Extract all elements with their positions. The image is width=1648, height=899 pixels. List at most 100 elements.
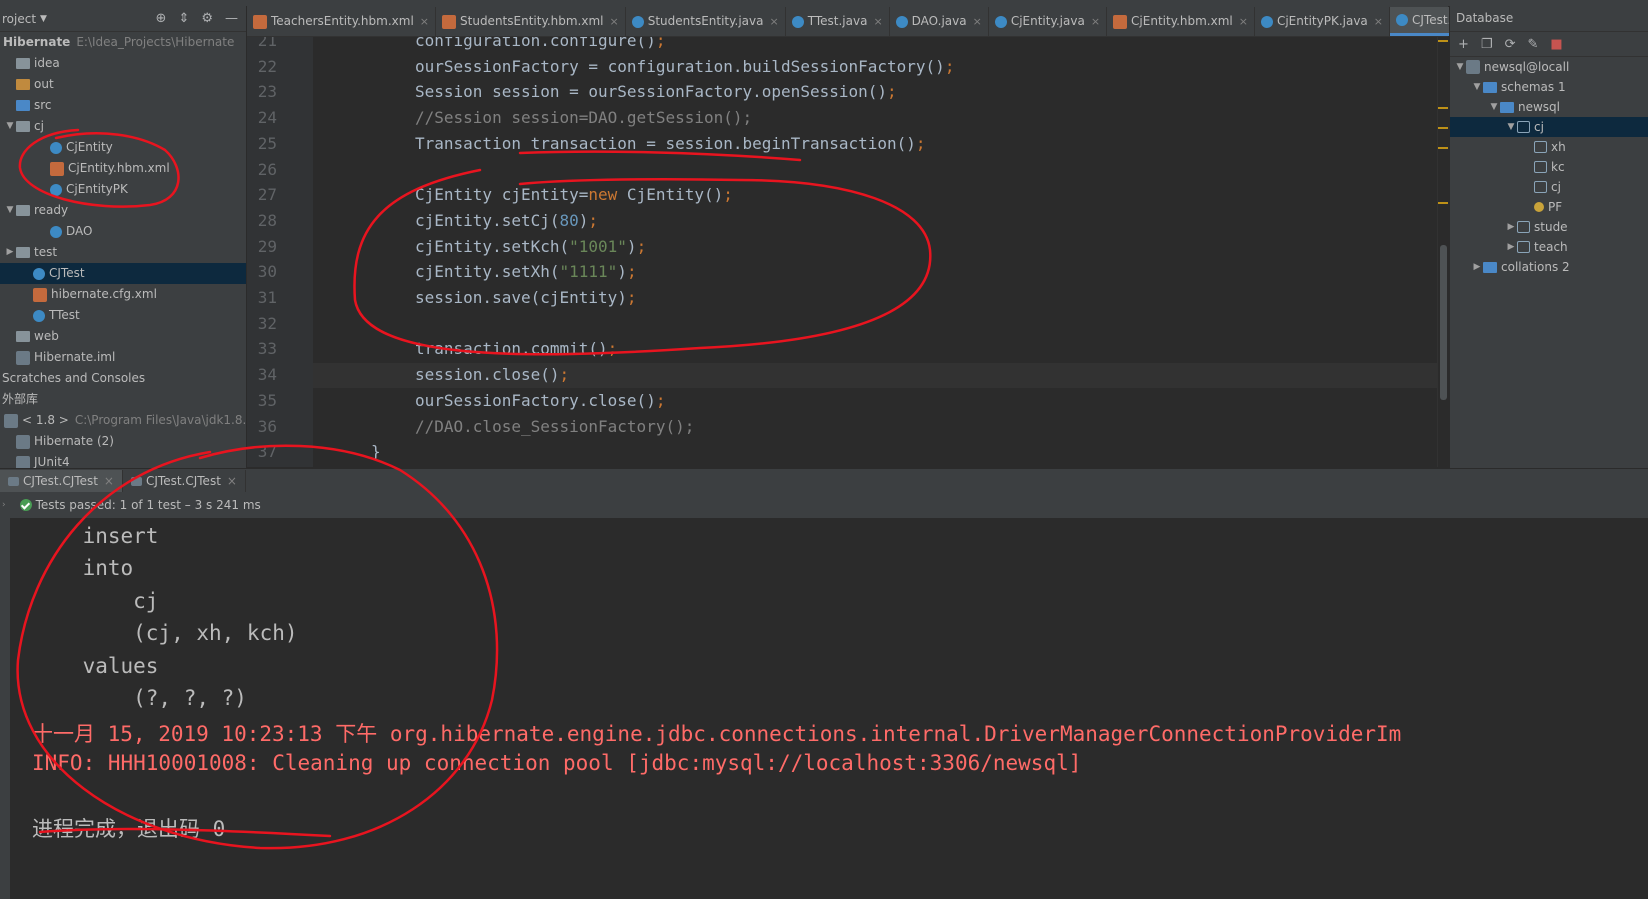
chevron-down-icon[interactable]: ▼ <box>1505 117 1517 137</box>
line-number: 22 <box>257 56 277 76</box>
editor-tab[interactable]: StudentsEntity.hbm.xml × <box>436 7 626 36</box>
refresh-icon[interactable]: ⟳ <box>1505 37 1516 52</box>
run-tab[interactable]: CJTest.CJTest × <box>0 470 123 493</box>
database-tree-item[interactable]: xh <box>1450 137 1648 157</box>
database-tree-item[interactable]: ▼ newsql <box>1450 97 1648 117</box>
tree-item-label: TTest <box>49 308 80 322</box>
chevron-right-icon[interactable]: › <box>2 500 6 510</box>
database-tree-item[interactable]: cj <box>1450 177 1648 197</box>
collapse-icon[interactable]: ⇕ <box>178 11 189 26</box>
tree-item[interactable]: out <box>0 74 246 95</box>
close-icon[interactable]: × <box>227 470 237 493</box>
database-tree-item[interactable]: kc <box>1450 157 1648 177</box>
tree-item[interactable]: CjEntity.hbm.xml <box>0 158 246 179</box>
editor-tab[interactable]: TeachersEntity.hbm.xml × <box>247 7 437 36</box>
tree-item[interactable]: CJTest <box>0 263 246 284</box>
chevron-down-icon[interactable]: ▼ <box>4 200 16 221</box>
close-icon[interactable]: × <box>973 7 982 36</box>
tree-item[interactable]: src <box>0 95 246 116</box>
editor-tab[interactable]: CjEntityPK.java × <box>1255 7 1390 36</box>
database-tree-item[interactable]: ▶ stude <box>1450 217 1648 237</box>
close-icon[interactable]: × <box>1239 7 1248 36</box>
close-icon[interactable]: × <box>104 470 114 493</box>
scrollbar-thumb[interactable] <box>1440 245 1447 400</box>
line-number: 34 <box>257 365 277 385</box>
tree-item[interactable]: < 1.8 > C:\Program Files\Java\jdk1.8.0_ <box>0 410 260 431</box>
editor-tab[interactable]: DAO.java × <box>890 7 989 36</box>
tree-item[interactable]: Hibernate.iml <box>0 347 246 368</box>
project-root[interactable]: Hibernate E:\Idea_Projects\Hibernate <box>0 32 246 53</box>
folder-icon <box>16 331 30 342</box>
edit-icon[interactable]: ✎ <box>1527 37 1538 52</box>
chevron-down-icon[interactable]: ▼ <box>1488 97 1500 117</box>
tree-item[interactable]: CjEntityPK <box>0 179 246 200</box>
close-icon[interactable]: × <box>1374 7 1383 36</box>
editor-tab[interactable]: StudentsEntity.java × <box>626 7 786 36</box>
warning-marker[interactable] <box>1438 40 1448 42</box>
schema-icon <box>1500 101 1514 113</box>
warning-marker[interactable] <box>1438 147 1448 149</box>
tree-item[interactable]: CjEntity <box>0 137 246 158</box>
database-tree-item[interactable]: ▶ teach <box>1450 237 1648 257</box>
tree-item[interactable]: ▼ ready <box>0 200 246 221</box>
chevron-down-icon[interactable]: ▼ <box>1454 57 1466 77</box>
line-number: 37 <box>257 442 277 462</box>
line-number: 36 <box>257 416 277 436</box>
code-line: cjEntity.setXh("1111"); <box>415 262 637 282</box>
xml-file-icon <box>33 287 47 302</box>
database-tree-label: kc <box>1551 160 1565 174</box>
database-tree-item[interactable]: ▼ cj <box>1450 117 1648 137</box>
chevron-right-icon[interactable]: ▶ <box>4 242 16 263</box>
chevron-down-icon[interactable]: ▼ <box>40 14 47 24</box>
editor-tab[interactable]: CjEntity.hbm.xml × <box>1107 7 1255 36</box>
database-tree-item[interactable]: ▼ schemas 1 <box>1450 77 1648 97</box>
package-icon <box>16 205 30 216</box>
add-icon[interactable]: + <box>1458 37 1469 52</box>
minimize-icon[interactable]: — <box>225 11 238 26</box>
warning-marker[interactable] <box>1438 127 1448 129</box>
database-tree-item[interactable]: ▼ newsql@locall <box>1450 57 1648 77</box>
warning-marker[interactable] <box>1438 107 1448 109</box>
stop-icon[interactable]: ■ <box>1550 37 1562 52</box>
run-console[interactable]: insert into cj (cj, xh, kch) values (?, … <box>10 518 1648 899</box>
tree-item[interactable]: web <box>0 326 246 347</box>
tree-item[interactable]: Hibernate (2) <box>0 431 246 452</box>
tree-item[interactable]: hibernate.cfg.xml <box>0 284 246 305</box>
database-tree-item[interactable]: PF <box>1450 197 1648 217</box>
run-tab[interactable]: CJTest.CJTest × <box>123 470 246 493</box>
close-icon[interactable]: × <box>770 7 779 36</box>
tree-item[interactable]: 外部库 <box>0 389 246 410</box>
console-line: values <box>32 653 159 678</box>
tree-item[interactable]: TTest <box>0 305 246 326</box>
tree-item[interactable]: DAO <box>0 221 246 242</box>
class-icon <box>1260 15 1273 28</box>
close-icon[interactable]: × <box>420 7 429 36</box>
database-tree-label: xh <box>1551 140 1566 154</box>
close-icon[interactable]: × <box>610 7 619 36</box>
tree-item[interactable]: Scratches and Consoles <box>0 368 246 389</box>
target-icon[interactable]: ⊕ <box>156 11 167 26</box>
warning-marker[interactable] <box>1438 202 1448 204</box>
close-icon[interactable]: × <box>873 7 882 36</box>
editor-tab[interactable]: TTest.java × <box>786 7 890 36</box>
code-editor[interactable]: 21 22 23 24 25 26 27 28 29 30 31 32 33 34 35 36 37 confi… <box>247 37 1437 467</box>
xml-file-icon <box>442 14 457 29</box>
editor-tab[interactable]: CjEntity.java × <box>989 7 1108 36</box>
project-panel-title[interactable]: roject <box>2 12 36 26</box>
class-icon <box>631 15 644 28</box>
editor-scrollbar[interactable] <box>1437 37 1449 467</box>
tree-item-label: CJTest <box>49 266 85 280</box>
database-tree-item[interactable]: ▶ collations 2 <box>1450 257 1648 277</box>
chevron-down-icon[interactable]: ▼ <box>4 116 16 137</box>
copy-icon[interactable]: ❐ <box>1481 37 1493 52</box>
tree-item[interactable]: idea <box>0 53 246 74</box>
close-icon[interactable]: × <box>1091 7 1100 36</box>
chevron-right-icon[interactable]: ▶ <box>1505 237 1517 257</box>
chevron-right-icon[interactable]: ▶ <box>1471 257 1483 277</box>
chevron-down-icon[interactable]: ▼ <box>1471 77 1483 97</box>
gear-icon[interactable]: ⚙ <box>201 11 213 26</box>
tree-item[interactable]: ▶ test <box>0 242 246 263</box>
database-tree: ▼ newsql@locall ▼ schemas 1 ▼ newsql ▼ cj xh kc cj… <box>1450 57 1648 277</box>
chevron-right-icon[interactable]: ▶ <box>1505 217 1517 237</box>
tree-item[interactable]: ▼ cj <box>0 116 246 137</box>
